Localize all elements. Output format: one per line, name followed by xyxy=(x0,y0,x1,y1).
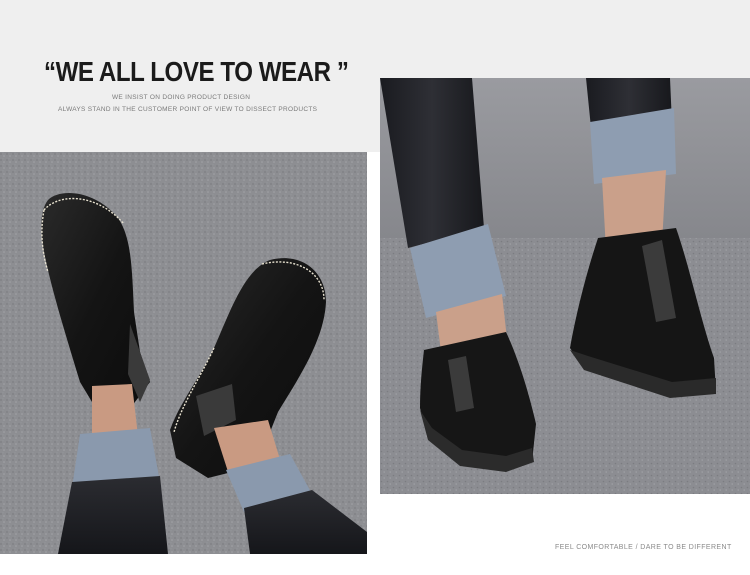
photo-boots-walking xyxy=(380,78,750,494)
subtitle-line-1: WE INSIST ON DOING PRODUCT DESIGN xyxy=(112,94,251,101)
photo-boots-top-view xyxy=(0,152,367,554)
footer-tagline: FEEL COMFORTABLE / DARE TO BE DIFFERENT xyxy=(555,544,732,551)
subtitle-line-2: ALWAYS STAND IN THE CUSTOMER POINT OF VI… xyxy=(58,106,318,113)
headline: “WE ALL LOVE TO WEAR ” xyxy=(44,56,349,87)
left-jeans xyxy=(58,476,168,554)
